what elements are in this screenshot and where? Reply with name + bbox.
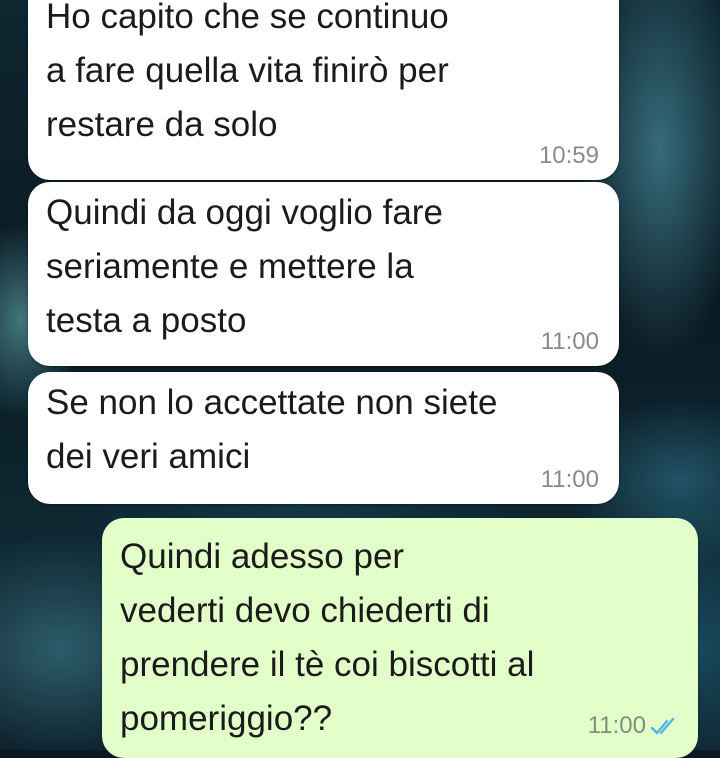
double-check-icon <box>650 717 675 735</box>
message-timestamp: 11:00 <box>540 466 599 493</box>
message-bubble-incoming[interactable]: Quindi da oggi voglio fare seriamente e … <box>28 182 619 366</box>
message-text: Ho capito che se continuo a fare quella … <box>46 0 449 144</box>
message-text: Quindi da oggi voglio fare seriamente e … <box>46 193 443 340</box>
message-timestamp: 10:59 <box>538 142 599 169</box>
message-timestamp: 11:00 <box>587 712 646 739</box>
message-bubble-incoming[interactable]: Ho capito che se continuo a fare quella … <box>28 0 619 180</box>
message-bubble-incoming[interactable]: Se non lo accettate non siete dei veri a… <box>28 372 619 504</box>
message-text: Se non lo accettate non siete dei veri a… <box>46 383 498 476</box>
message-timestamp: 11:00 <box>540 328 599 355</box>
message-bubble-outgoing[interactable]: Quindi adesso per vederti devo chiederti… <box>102 518 698 758</box>
